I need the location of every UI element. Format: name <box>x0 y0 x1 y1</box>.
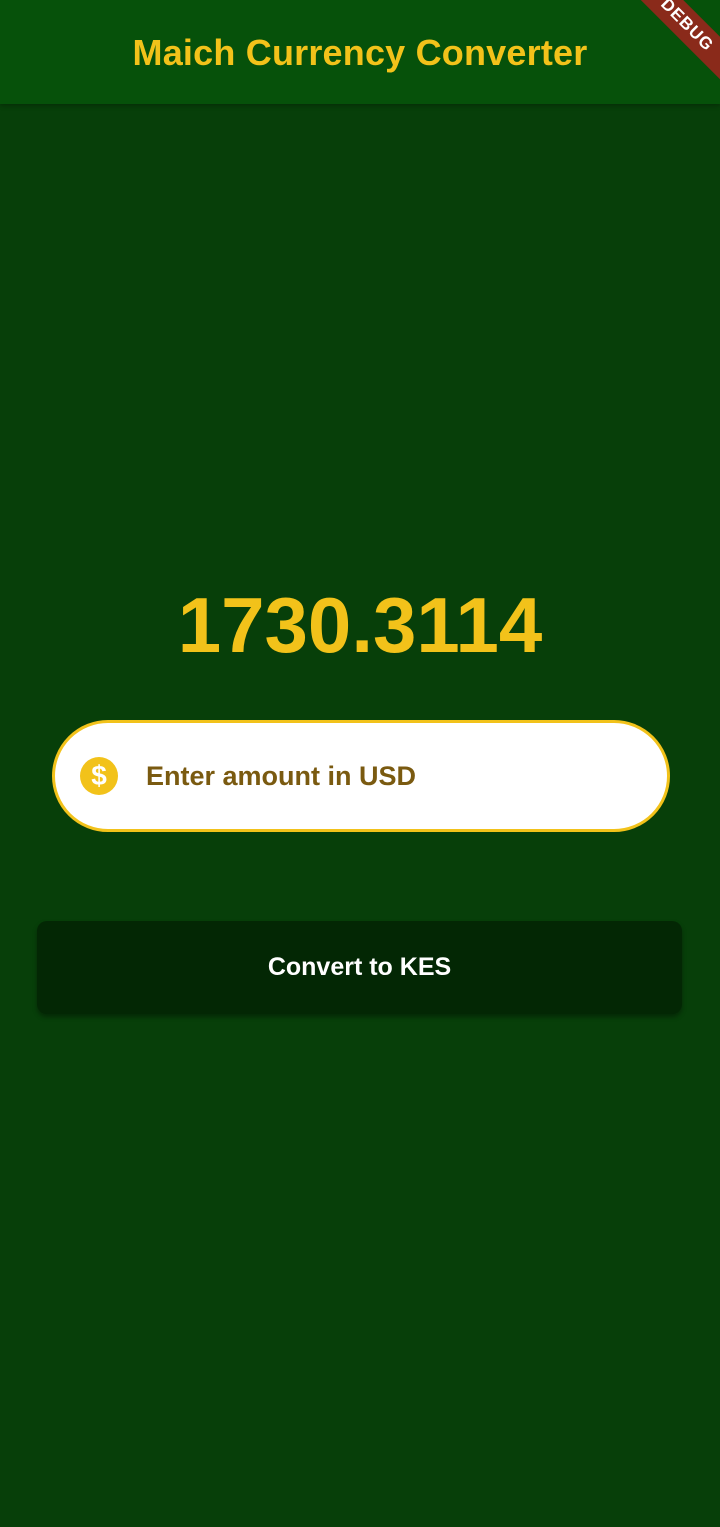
app-bar: Maich Currency Converter <box>0 0 720 104</box>
app-title: Maich Currency Converter <box>132 32 588 73</box>
dollar-circle-icon: $ <box>80 757 118 795</box>
converted-result: 1730.3114 <box>177 581 543 669</box>
convert-button[interactable]: Convert to KES <box>37 921 682 1014</box>
amount-field[interactable]: $ <box>52 720 670 832</box>
amount-input[interactable] <box>146 751 606 801</box>
